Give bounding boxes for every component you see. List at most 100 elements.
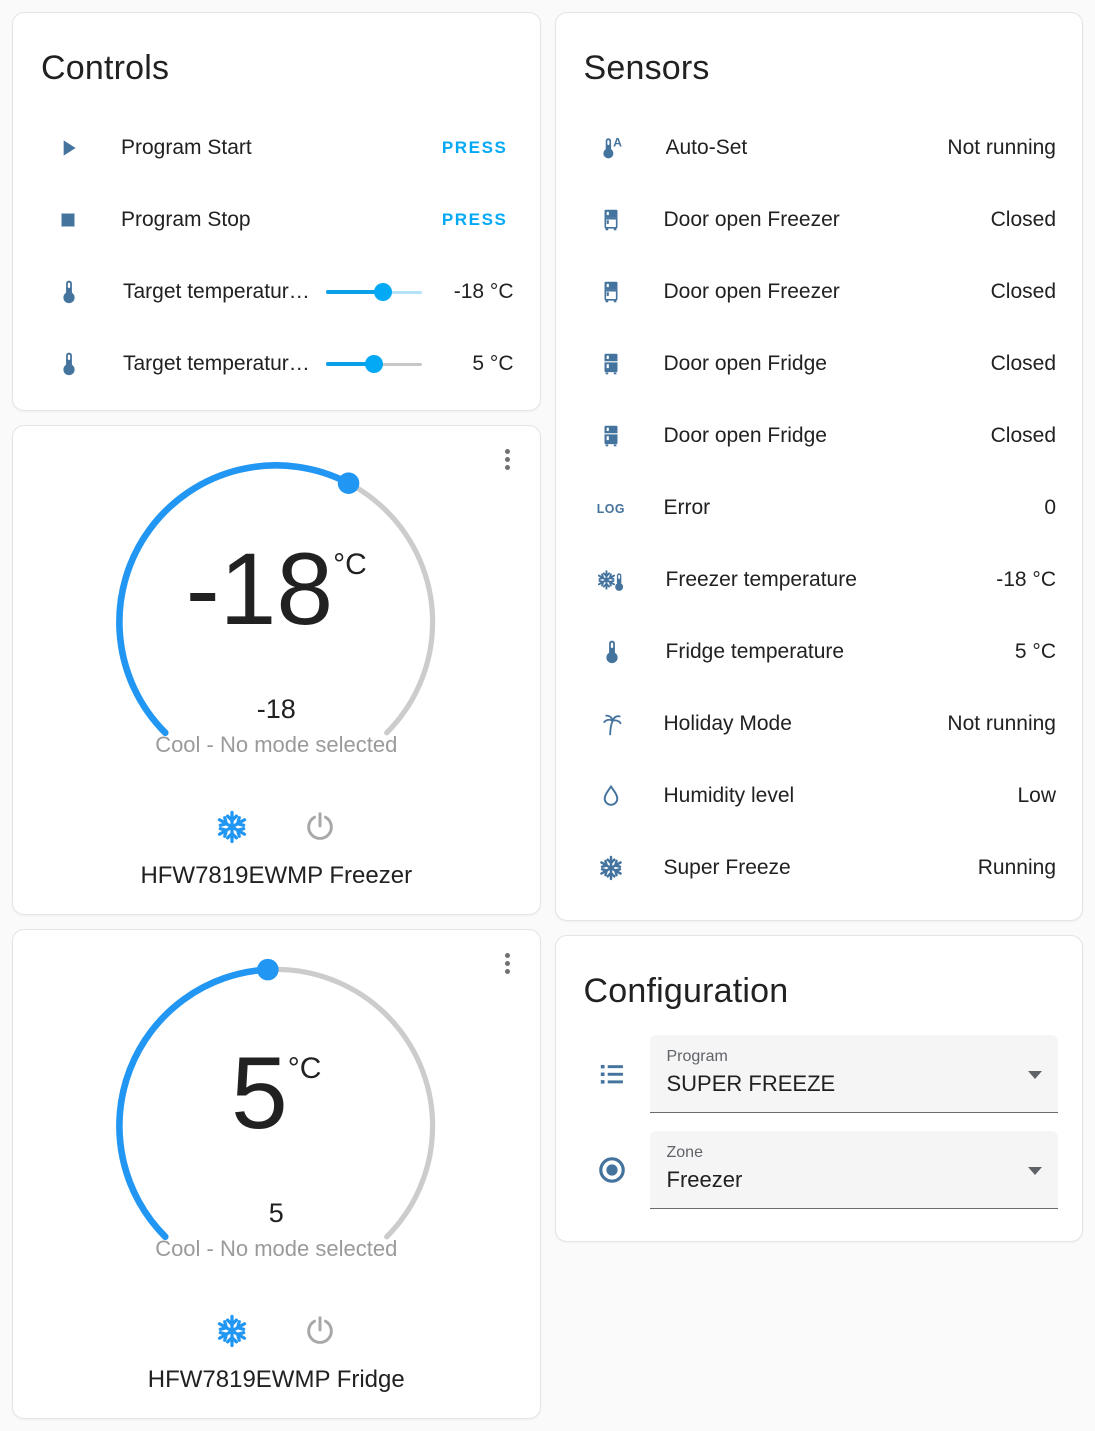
- radio-icon: [596, 1154, 628, 1186]
- control-row-target-temp-freezer: Target temperatur… -18 °C: [13, 256, 540, 328]
- fridge-bottom-icon: [598, 351, 624, 377]
- right-column: Sensors Auto-Set Not running Door open F…: [554, 12, 1083, 1419]
- controls-card: Controls Program Start PRESS Program Sto…: [12, 12, 541, 411]
- fridge-temperature-dial[interactable]: 5 °C 5 Cool - No mode selected: [102, 952, 450, 1300]
- sensor-state: -18 °C: [996, 568, 1056, 591]
- control-value: 5 °C: [472, 352, 514, 375]
- snowflake-icon[interactable]: [213, 1312, 251, 1350]
- configuration-title: Configuration: [583, 972, 789, 1010]
- temperature-unit: °C: [287, 1052, 322, 1085]
- sensor-row-door-open-freezer-2[interactable]: Door open Freezer Closed: [556, 256, 1083, 328]
- select-value: SUPER FREEZE: [666, 1071, 836, 1096]
- select-label: Program: [666, 1048, 728, 1065]
- controls-title: Controls: [41, 49, 170, 87]
- control-label: Target temperatur…: [123, 352, 310, 375]
- fridge-bottom-icon: [598, 423, 624, 449]
- control-label: Target temperatur…: [123, 280, 310, 303]
- dial-handle: [257, 958, 279, 981]
- dial-handle: [338, 472, 360, 495]
- control-label: Program Stop: [121, 208, 251, 231]
- sensor-state: 5 °C: [1014, 640, 1056, 663]
- snowflake-thermometer-icon: [598, 565, 626, 595]
- sensor-row-door-open-fridge-1[interactable]: Door open Fridge Closed: [556, 328, 1083, 400]
- config-row-program: Program SUPER FREEZE: [556, 1035, 1083, 1113]
- mode-status-text: Cool - No mode selected: [155, 1236, 398, 1261]
- thermometer-icon: [55, 277, 83, 307]
- list-icon: [596, 1058, 628, 1090]
- left-column: Controls Program Start PRESS Program Sto…: [12, 12, 541, 1419]
- target-temperature-freezer-slider[interactable]: [325, 282, 422, 302]
- more-options-button[interactable]: [494, 442, 522, 476]
- sensor-state: Closed: [990, 424, 1056, 447]
- sensor-state: Not running: [947, 136, 1056, 159]
- sensor-row-fridge-temperature[interactable]: Fridge temperature 5 °C: [556, 616, 1083, 688]
- slider-knob[interactable]: [374, 283, 393, 301]
- sensor-row-super-freeze[interactable]: Super Freeze Running: [556, 832, 1083, 904]
- fridge-top-icon: [598, 279, 624, 305]
- current-temperature: -18 °C: [102, 538, 450, 640]
- power-icon[interactable]: [301, 808, 339, 846]
- thermostat-name: HFW7819EWMP Fridge: [147, 1366, 405, 1393]
- power-icon[interactable]: [301, 1312, 339, 1350]
- fridge-thermostat-card: 5 °C 5 Cool - No mode selected HFW7819EWM…: [12, 929, 541, 1419]
- config-row-zone: Zone Freezer: [556, 1131, 1083, 1209]
- current-temperature-value: -18: [185, 532, 334, 646]
- sensor-state: Closed: [990, 208, 1056, 231]
- stop-icon: [55, 207, 81, 233]
- water-drop-icon: [598, 783, 624, 809]
- freezer-thermostat-card: -18 °C -18 Cool - No mode selected HFW781…: [12, 425, 541, 915]
- program-stop-press-button[interactable]: PRESS: [436, 202, 514, 238]
- thermostat-name: HFW7819EWMP Freezer: [140, 862, 413, 889]
- chevron-down-icon: [1028, 1070, 1042, 1079]
- sensor-state: 0: [1044, 496, 1056, 519]
- target-temperature-fridge-slider[interactable]: [325, 354, 422, 374]
- sensor-row-freezer-temperature[interactable]: Freezer temperature -18 °C: [556, 544, 1083, 616]
- sensor-row-error[interactable]: LOG Error 0: [556, 472, 1083, 544]
- palm-tree-icon: [598, 711, 624, 737]
- select-label: Zone: [666, 1144, 703, 1161]
- thermometer-auto-icon: [598, 133, 626, 163]
- snowflake-icon[interactable]: [213, 808, 251, 846]
- log-icon: LOG: [596, 500, 625, 516]
- control-row-program-start: Program Start PRESS: [13, 112, 540, 184]
- configuration-card: Configuration Program SUPER FREEZE Zone …: [554, 935, 1083, 1242]
- mode-buttons: [13, 808, 540, 846]
- control-value: -18 °C: [453, 280, 514, 303]
- slider-knob[interactable]: [364, 355, 383, 373]
- freezer-temperature-dial[interactable]: -18 °C -18 Cool - No mode selected: [102, 448, 450, 796]
- control-row-target-temp-fridge: Target temperatur… 5 °C: [13, 328, 540, 400]
- sensor-row-holiday-mode[interactable]: Holiday Mode Not running: [556, 688, 1083, 760]
- control-label: Program Start: [121, 136, 252, 159]
- program-select[interactable]: Program SUPER FREEZE: [649, 1035, 1058, 1113]
- more-options-button[interactable]: [494, 946, 522, 980]
- sensor-state: Low: [1017, 784, 1056, 807]
- current-temperature: 5 °C: [102, 1042, 450, 1144]
- sensor-state: Not running: [947, 712, 1056, 735]
- sensors-card: Sensors Auto-Set Not running Door open F…: [554, 12, 1083, 921]
- zone-select[interactable]: Zone Freezer: [649, 1131, 1058, 1209]
- control-row-program-stop: Program Stop PRESS: [13, 184, 540, 256]
- sensors-title: Sensors: [583, 49, 710, 87]
- temperature-unit: °C: [333, 548, 367, 581]
- sensor-row-humidity-level[interactable]: Humidity level Low: [556, 760, 1083, 832]
- program-start-press-button[interactable]: PRESS: [436, 130, 514, 166]
- dashboard: Controls Program Start PRESS Program Sto…: [0, 0, 1095, 1431]
- thermometer-icon: [598, 637, 626, 667]
- play-icon: [55, 135, 81, 161]
- sensor-row-door-open-freezer-1[interactable]: Door open Freezer Closed: [556, 184, 1083, 256]
- sensor-state: Closed: [990, 352, 1056, 375]
- mode-buttons: [13, 1312, 540, 1350]
- chevron-down-icon: [1028, 1166, 1042, 1175]
- snowflake-icon: [598, 855, 624, 881]
- fridge-top-icon: [598, 207, 624, 233]
- sensor-state: Running: [977, 856, 1056, 879]
- current-temperature-value: 5: [231, 1036, 288, 1150]
- target-temperature: -18: [256, 694, 296, 724]
- thermometer-icon: [55, 349, 83, 379]
- sensor-row-door-open-fridge-2[interactable]: Door open Fridge Closed: [556, 400, 1083, 472]
- target-temperature: 5: [268, 1198, 284, 1228]
- mode-status-text: Cool - No mode selected: [155, 732, 398, 757]
- select-value: Freezer: [666, 1167, 743, 1192]
- sensor-state: Closed: [990, 280, 1056, 303]
- sensor-row-auto-set[interactable]: Auto-Set Not running: [556, 112, 1083, 184]
